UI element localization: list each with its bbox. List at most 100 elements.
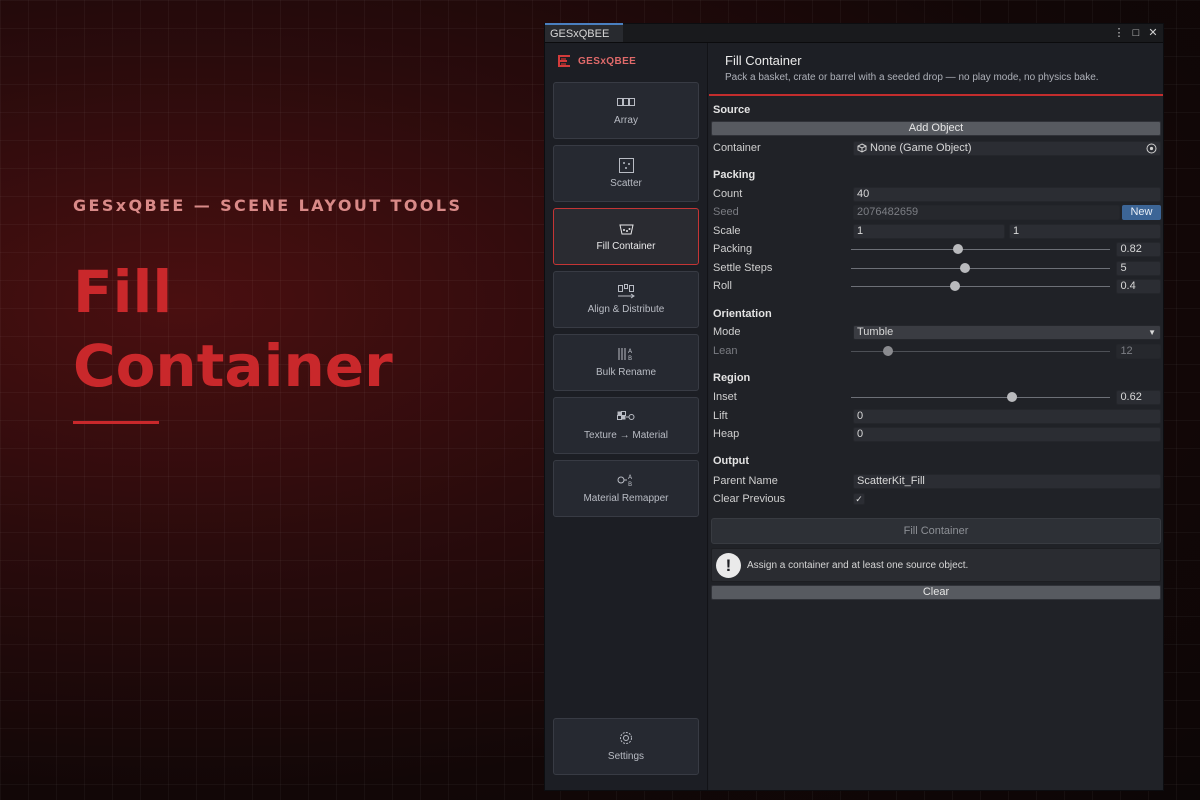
row-settle-steps: Settle Steps 5 <box>713 260 1161 276</box>
slider-handle[interactable] <box>1007 391 1018 402</box>
slider-handle[interactable] <box>960 262 971 273</box>
sidebar-item-scatter[interactable]: Scatter <box>553 145 699 202</box>
row-scale: Scale 1 1 <box>713 223 1161 239</box>
new-seed-button[interactable]: New <box>1122 204 1161 220</box>
field-label: Packing <box>713 243 753 255</box>
field-label: Mode <box>713 326 741 338</box>
clear-previous-checkbox[interactable]: ✓ <box>853 493 865 505</box>
clear-button[interactable]: Clear <box>711 585 1161 600</box>
field-label: Lean <box>713 345 738 357</box>
editor-window: GESxQBEE ⋮ □ ✕ GESxQBEE Array Scatter Fi… <box>544 23 1164 791</box>
row-inset: Inset 0.62 <box>713 389 1161 405</box>
sidebar-item-fill-container[interactable]: Fill Container <box>553 208 699 265</box>
settle-steps-slider[interactable] <box>851 261 1111 276</box>
svg-text:A: A <box>628 348 633 355</box>
panel-header: Fill Container Pack a basket, crate or b… <box>709 43 1163 96</box>
row-roll: Roll 0.4 <box>713 278 1161 294</box>
row-mode: Mode Tumble ▼ <box>713 324 1161 340</box>
help-message: Assign a container and at least one sour… <box>747 559 969 571</box>
object-picker-icon[interactable] <box>1146 143 1157 154</box>
roll-slider[interactable] <box>851 279 1111 294</box>
row-clear-previous: Clear Previous ✓ <box>713 491 1161 507</box>
row-packing: Packing 0.82 <box>713 241 1161 257</box>
window-tab[interactable]: GESxQBEE <box>545 23 624 42</box>
close-icon[interactable]: ✕ <box>1147 26 1159 40</box>
section-packing: Packing <box>713 169 756 181</box>
panel-subtitle: Pack a basket, crate or barrel with a se… <box>725 72 1099 83</box>
hero-kicker: GESxQBEE — SCENE LAYOUT TOOLS <box>73 196 463 215</box>
add-object-button[interactable]: Add Object <box>711 121 1161 136</box>
roll-input[interactable]: 0.4 <box>1116 278 1161 294</box>
section-source: Source <box>713 104 751 116</box>
field-label: Seed <box>713 206 739 218</box>
row-container: Container None (Game Object) <box>713 140 1161 156</box>
sidebar-item-array[interactable]: Array <box>553 82 699 139</box>
field-label: Container <box>713 142 761 154</box>
field-label: Inset <box>713 391 737 403</box>
help-box: ! Assign a container and at least one so… <box>711 548 1161 582</box>
heap-input[interactable]: 0 <box>853 426 1161 442</box>
hero-title-line2: Container <box>73 332 393 400</box>
row-lift: Lift 0 <box>713 408 1161 424</box>
gear-icon <box>617 731 635 745</box>
sidebar-item-label: Scatter <box>610 178 642 189</box>
sidebar-item-align-distribute[interactable]: Align & Distribute <box>553 271 699 328</box>
lift-input[interactable]: 0 <box>853 408 1161 424</box>
container-value: None (Game Object) <box>870 141 972 154</box>
sidebar-item-material-remapper[interactable]: AB Material Remapper <box>553 460 699 517</box>
field-label: Roll <box>713 280 732 292</box>
sidebar-item-label: Texture → Material <box>584 430 668 441</box>
align-icon <box>617 283 635 298</box>
packing-value-input[interactable]: 0.82 <box>1116 241 1161 257</box>
slider-handle[interactable] <box>882 345 893 356</box>
settle-steps-input[interactable]: 5 <box>1116 260 1161 276</box>
sidebar-item-label: Bulk Rename <box>595 367 657 378</box>
svg-text:B: B <box>628 355 632 361</box>
scale-min-input[interactable]: 1 <box>853 223 1005 239</box>
packing-slider[interactable] <box>851 242 1111 257</box>
warning-icon: ! <box>716 552 741 578</box>
sidebar-item-settings[interactable]: Settings <box>553 718 699 775</box>
mode-value: Tumble <box>857 325 894 338</box>
sidebar-item-bulk-rename[interactable]: AB Bulk Rename <box>553 334 699 391</box>
field-label: Clear Previous <box>713 493 786 505</box>
remap-icon: AB <box>617 473 635 487</box>
hero: GESxQBEE — SCENE LAYOUT TOOLS Fill Conta… <box>73 196 462 424</box>
maximize-icon[interactable]: □ <box>1130 26 1142 40</box>
row-heap: Heap 0 <box>713 426 1161 442</box>
slider-handle[interactable] <box>952 243 963 254</box>
main-panel: Fill Container Pack a basket, crate or b… <box>709 43 1163 790</box>
hero-title-line1: Fill <box>73 258 173 326</box>
lean-slider[interactable] <box>851 344 1111 359</box>
svg-text:A: A <box>628 474 633 481</box>
seed-input[interactable]: 2076482659 <box>853 204 1120 220</box>
slider-handle[interactable] <box>950 280 961 291</box>
brand-logo-icon <box>558 55 570 67</box>
field-label: Parent Name <box>713 475 778 487</box>
count-input[interactable]: 40 <box>853 186 1161 202</box>
lean-input[interactable]: 12 <box>1116 343 1161 359</box>
sidebar: GESxQBEE Array Scatter Fill Container Al <box>545 43 708 790</box>
field-label: Settle Steps <box>713 262 773 274</box>
basket-icon <box>617 221 635 235</box>
parent-name-input[interactable]: ScatterKit_Fill <box>853 473 1161 489</box>
sidebar-item-label: Align & Distribute <box>587 304 665 315</box>
scale-max-input[interactable]: 1 <box>1009 223 1161 239</box>
container-object-field[interactable]: None (Game Object) <box>853 140 1161 156</box>
sidebar-item-label: Material Remapper <box>583 493 669 504</box>
array-icon <box>617 95 635 109</box>
row-count: Count 40 <box>713 186 1161 202</box>
svg-text:B: B <box>628 481 632 487</box>
sidebar-item-label: Fill Container <box>596 241 656 252</box>
mode-dropdown[interactable]: Tumble ▼ <box>853 324 1161 340</box>
inset-input[interactable]: 0.62 <box>1116 389 1161 405</box>
fill-container-button[interactable]: Fill Container <box>711 518 1161 544</box>
menu-icon[interactable]: ⋮ <box>1113 26 1125 40</box>
panel-title: Fill Container <box>725 53 802 68</box>
sidebar-item-texture-material[interactable]: Texture → Material <box>553 397 699 454</box>
inset-slider[interactable] <box>851 390 1111 405</box>
row-lean: Lean 12 <box>713 343 1161 359</box>
field-label: Heap <box>713 428 740 440</box>
field-label: Scale <box>713 225 741 237</box>
chevron-down-icon: ▼ <box>1148 327 1156 337</box>
